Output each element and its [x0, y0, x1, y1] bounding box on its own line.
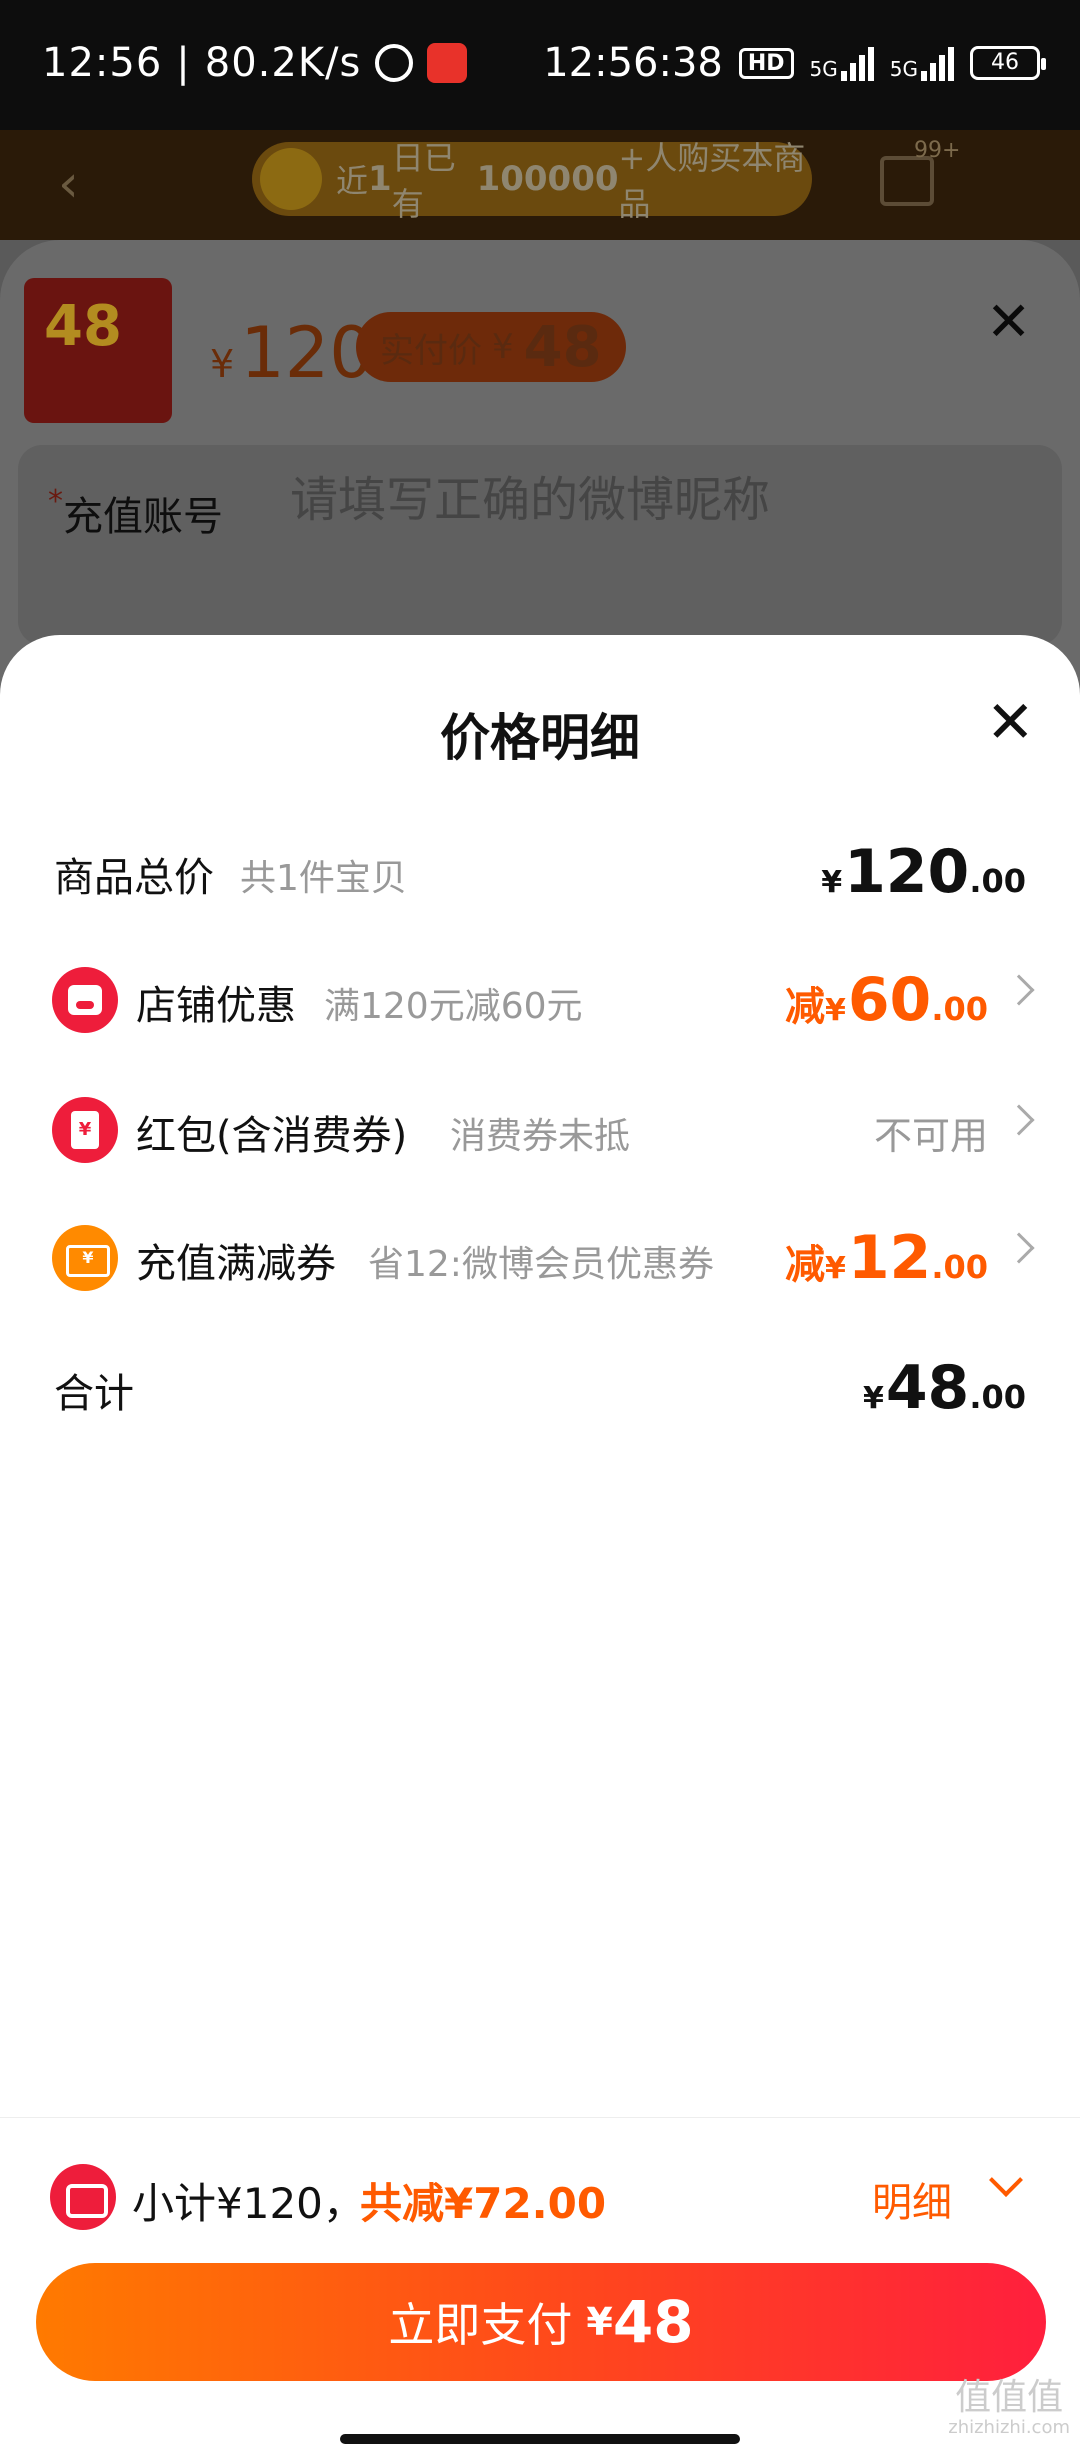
coupon-icon: [52, 1225, 118, 1291]
battery-icon: 46: [970, 46, 1046, 80]
row-amount: ¥ 48 .00: [863, 1353, 1026, 1423]
alarm-icon: [375, 44, 414, 82]
amount-int: 120: [844, 837, 970, 907]
status-right: 12:56:38 HD 5G 5G 46: [543, 40, 1046, 86]
amount-int: 12: [847, 1223, 932, 1293]
row-sub: 省12:微博会员优惠券: [368, 1244, 714, 1285]
row-sum: 合计 ¥ 48 .00: [0, 1343, 1080, 1433]
total-saved-text: 共减¥72.00: [360, 2179, 607, 2228]
watermark-text: 值值值: [955, 2377, 1064, 2418]
detail-toggle[interactable]: 明细: [872, 2170, 952, 2228]
amount-prefix: 减: [784, 1242, 825, 1288]
amount-currency: ¥: [824, 1251, 846, 1286]
watermark: 值值值 zhizhizhi.com: [948, 2378, 1070, 2437]
actual-price-label: 实付价: [380, 330, 482, 371]
row-total-price: 商品总价 共1件宝贝 ¥ 120 .00: [0, 827, 1080, 917]
amount-dec: .00: [931, 1248, 988, 1286]
amount-currency: ¥: [862, 1381, 884, 1416]
chevron-down-icon[interactable]: [989, 2163, 1023, 2197]
row-sub: 满120元减60元: [324, 986, 583, 1027]
amount-dec: .00: [931, 990, 988, 1028]
status-clock: 12:56:38: [543, 40, 723, 86]
row-recharge-coupon[interactable]: 充值满减券 省12:微博会员优惠券 减 ¥ 12 .00: [0, 1213, 1080, 1303]
ticket-icon: [50, 2164, 116, 2230]
account-label: *充值账号: [48, 484, 223, 542]
notice-mid: 日已有: [391, 139, 456, 223]
amount-int: 48: [885, 1353, 970, 1423]
order-price: ¥ 120: [210, 312, 374, 394]
row-amount: ¥ 120 .00: [821, 837, 1026, 907]
account-label-text: 充值账号: [63, 494, 223, 540]
cart-icon[interactable]: [880, 156, 934, 206]
status-bar: 12:56 | 80.2K/s 12:56:38 HD 5G 5G 46: [0, 0, 1080, 130]
row-label: 商品总价: [54, 855, 214, 901]
product-thumbnail: 48: [24, 278, 172, 423]
red-packet-icon: [52, 1097, 118, 1163]
amount-int: 60: [847, 965, 932, 1035]
amount-dec: .00: [969, 862, 1026, 900]
home-indicator[interactable]: [340, 2434, 740, 2444]
subtotal-text: 小计¥120，: [132, 2179, 365, 2228]
sheet-title: 价格明细: [440, 709, 640, 767]
chevron-right-icon: [1003, 1104, 1035, 1136]
watermark-url: zhizhizhi.com: [948, 2416, 1070, 2438]
network-type: 5G: [809, 57, 838, 81]
app-notification-icon: [427, 43, 468, 83]
notice-days: 1: [368, 159, 392, 199]
status-separator: |: [176, 40, 191, 86]
row-sub: 共1件宝贝: [240, 858, 407, 899]
row-amount: 减 ¥ 60 .00: [785, 965, 988, 1035]
row-red-packet[interactable]: 红包(含消费券) 消费券未抵 不可用: [0, 1085, 1080, 1175]
notice-prefix: 近: [336, 162, 369, 200]
actual-price-currency: ¥: [492, 327, 514, 367]
signal-icon: 5G: [810, 45, 874, 81]
row-label: 店铺优惠: [136, 983, 296, 1029]
amount-prefix: 减: [784, 984, 825, 1030]
order-price-currency: ¥: [210, 342, 235, 386]
signal-icon-2: 5G: [890, 45, 954, 81]
actual-price-value: 48: [523, 314, 602, 380]
notice-count: 100000: [476, 159, 619, 199]
row-amount: 减 ¥ 12 .00: [785, 1223, 988, 1293]
chevron-right-icon: [1003, 974, 1035, 1006]
pay-label: 立即支付: [388, 2298, 573, 2352]
close-icon[interactable]: ✕: [986, 693, 1035, 751]
chevron-right-icon: [1003, 1232, 1035, 1264]
pay-now-button[interactable]: 立即支付 ¥ 48: [36, 2263, 1046, 2381]
actual-price-pill: 实付价 ¥ 48: [356, 312, 626, 382]
checkout-footer: 小计¥120， 共减¥72.00 明细 立即支付 ¥ 48 值值值 zhizhi…: [0, 2117, 1080, 2460]
page-header: ‹ 近 1 日已有 100000 +人购买本商品 99+: [0, 130, 1080, 240]
network-type-2: 5G: [889, 57, 918, 81]
row-label: 红包(含消费券): [136, 1113, 408, 1159]
store-icon: [52, 967, 118, 1033]
pay-currency: ¥: [586, 2300, 613, 2344]
order-price-value: 120: [240, 312, 374, 394]
order-close-icon[interactable]: ✕: [986, 290, 1031, 353]
purchase-notice: 近 1 日已有 100000 +人购买本商品: [252, 139, 812, 223]
amount-currency: ¥: [824, 993, 846, 1028]
amount-currency: ¥: [821, 865, 843, 900]
notice-suffix: +人购买本商品: [618, 139, 806, 223]
status-time: 12:56: [42, 40, 163, 86]
lock-icon: [260, 148, 322, 210]
account-input[interactable]: [290, 472, 1010, 528]
amount-dec: .00: [969, 1378, 1026, 1416]
row-sub: 消费券未抵: [450, 1116, 631, 1157]
row-status: 不可用: [873, 1114, 988, 1158]
cart-badge: 99+: [914, 138, 961, 163]
network-speed: 80.2K/s: [204, 40, 362, 86]
row-label: 合计: [54, 1371, 134, 1417]
pay-amount: 48: [612, 2288, 694, 2356]
row-store-discount[interactable]: 店铺优惠 满120元减60元 减 ¥ 60 .00: [0, 955, 1080, 1045]
row-label: 充值满减券: [136, 1241, 336, 1287]
back-icon[interactable]: ‹: [58, 154, 79, 214]
status-left: 12:56 | 80.2K/s: [42, 40, 468, 86]
required-mark: *: [48, 484, 63, 519]
hd-icon: HD: [738, 47, 794, 79]
